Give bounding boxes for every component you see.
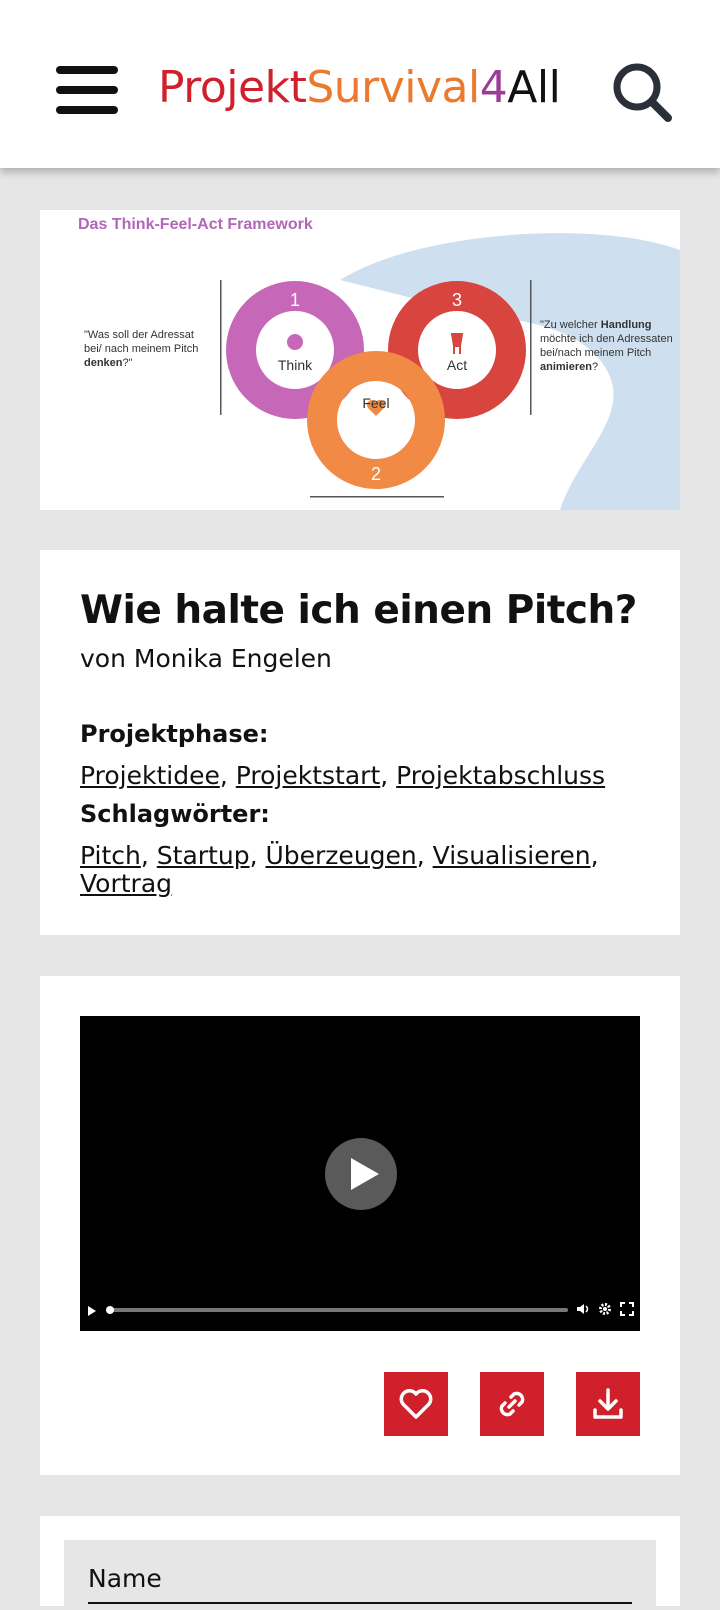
figure-right-line-6: ? [591,361,599,373]
phase-links: Projektidee, Projektstart, Projektabschl… [80,761,606,790]
name-field-underline [88,1602,632,1604]
figure-left-line-3: denken [84,357,123,369]
page-title: Wie halte ich einen Pitch? [80,588,637,633]
step-2-number: 2 [371,464,381,484]
download-button[interactable] [576,1372,640,1436]
step-1-number: 1 [290,290,300,310]
settings-gear-icon[interactable] [598,1302,612,1316]
site-logo[interactable]: ProjektSurvival4All [158,62,561,113]
phase-link-projektstart[interactable]: Projektstart [236,761,381,790]
article-info-card: Wie halte ich einen Pitch? von Monika En… [40,550,680,935]
step-3-number: 3 [452,290,462,310]
like-button[interactable] [384,1372,448,1436]
feel-ring [307,351,445,489]
figure-left-line-2: bei/ nach meinem Pitch [84,343,199,355]
play-icon[interactable] [325,1138,397,1210]
volume-icon[interactable] [576,1302,590,1316]
logo-part-survival: Survival [306,62,480,113]
figure-title: Das Think-Feel-Act Framework [78,216,313,233]
step-1-label: Think [278,357,313,373]
figure-right-line-3: möchte ich den Adressaten [540,333,673,345]
hand-icon [450,333,464,354]
keywords-label: Schlagwörter: [80,800,270,828]
keyword-link-startup[interactable]: Startup [157,841,250,870]
search-icon[interactable] [610,60,674,124]
keyword-link-ueberzeugen[interactable]: Überzeugen [265,841,416,870]
step-2-label: Feel [362,395,389,411]
keyword-link-visualisieren[interactable]: Visualisieren [433,841,591,870]
site-header: ProjektSurvival4All [0,0,720,168]
link-icon [499,1391,525,1417]
head-icon [287,334,303,350]
figure-right-line-4: bei/nach meinem Pitch [540,347,652,359]
copy-link-button[interactable] [480,1372,544,1436]
download-icon [593,1388,623,1419]
video-card [40,976,680,1475]
comment-form-card: Name [40,1516,680,1610]
logo-part-4: 4 [479,62,508,113]
figure-right-text: "Zu welcher Handlung möchte ich den Adres… [540,318,680,374]
step-3-label: Act [447,357,467,373]
control-play-icon[interactable] [88,1306,96,1316]
figure-right-line-5: animieren [540,361,592,373]
article-author: von Monika Engelen [80,644,332,673]
logo-part-projekt: Projekt [158,62,307,113]
video-player[interactable] [80,1016,640,1331]
name-field-label: Name [88,1564,162,1593]
fullscreen-icon[interactable] [620,1302,634,1316]
heart-icon [399,1389,433,1419]
phase-label: Projektphase: [80,720,269,748]
figure-right-line-1: "Zu welcher [540,319,601,331]
logo-part-all: All [507,62,561,113]
keyword-link-pitch[interactable]: Pitch [80,841,141,870]
phase-link-projektabschluss[interactable]: Projektabschluss [396,761,605,790]
keyword-links: Pitch, Startup, Überzeugen, Visualisiere… [80,841,599,898]
figure-left-text: "Was soll der Adressat bei/ nach meinem P… [84,328,224,370]
progress-knob[interactable] [106,1306,114,1314]
keyword-link-vortrag[interactable]: Vortrag [80,869,172,898]
phase-link-projektidee[interactable]: Projektidee [80,761,220,790]
hamburger-menu-icon[interactable] [56,66,118,116]
figure-left-line-4: ?" [122,357,133,369]
figure-left-line-1: "Was soll der Adressat [84,329,194,341]
video-progress-bar[interactable] [106,1306,568,1314]
figure-right-line-2: Handlung [600,319,652,331]
article-image: 1 Think 2 Feel 3 Act Das Think-Feel-Act … [40,210,680,510]
